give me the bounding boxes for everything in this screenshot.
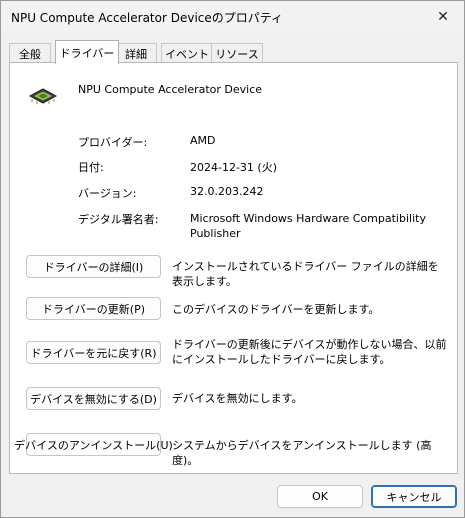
- cancel-button[interactable]: キャンセル: [371, 485, 457, 508]
- version-value: 32.0.203.242: [190, 185, 264, 198]
- update-driver-description: このデバイスのドライバーを更新します。: [172, 303, 380, 316]
- properties-dialog: NPU Compute Accelerator Deviceのプロパティ ✕ 全…: [0, 0, 465, 518]
- date-value: 2024-12-31 (火): [190, 161, 278, 174]
- title-bar: NPU Compute Accelerator Deviceのプロパティ ✕: [1, 1, 464, 33]
- driver-details-button[interactable]: ドライバーの詳細(I): [26, 255, 161, 278]
- tab-driver[interactable]: ドライバー: [55, 40, 119, 64]
- chip-icon: [28, 88, 58, 104]
- uninstall-device-button[interactable]: デバイスのアンインストール(U): [14, 433, 173, 456]
- close-icon[interactable]: ✕: [428, 5, 458, 29]
- tab-general[interactable]: 全般: [9, 43, 51, 63]
- driver-panel: NPU Compute Accelerator Device プロバイダー: A…: [9, 62, 458, 474]
- signer-value: Microsoft Windows Hardware Compatibility…: [190, 212, 426, 240]
- device-name: NPU Compute Accelerator Device: [78, 83, 263, 96]
- provider-value: AMD: [190, 134, 216, 147]
- window-title: NPU Compute Accelerator Deviceのプロパティ: [11, 11, 284, 25]
- date-label: 日付:: [78, 161, 104, 174]
- signer-label: デジタル署名者:: [78, 213, 159, 226]
- driver-details-description: インストールされているドライバー ファイルの詳細を表示します。: [172, 260, 439, 288]
- uninstall-device-description: システムからデバイスをアンインストールします (高度)。: [172, 439, 432, 467]
- tab-resources[interactable]: リソース: [211, 43, 263, 63]
- disable-device-button[interactable]: デバイスを無効にする(D): [26, 387, 161, 410]
- tab-details[interactable]: 詳細: [115, 43, 157, 63]
- roll-back-driver-button[interactable]: ドライバーを元に戻す(R): [26, 341, 161, 364]
- tab-events[interactable]: イベント: [161, 43, 213, 63]
- version-label: バージョン:: [78, 187, 137, 200]
- ok-button[interactable]: OK: [277, 485, 363, 508]
- roll-back-driver-description: ドライバーの更新後にデバイスが動作しない場合、以前にインストールしたドライバーに…: [172, 338, 447, 366]
- update-driver-button[interactable]: ドライバーの更新(P): [26, 297, 161, 320]
- disable-device-description: デバイスを無効にします。: [172, 392, 303, 405]
- provider-label: プロバイダー:: [78, 136, 148, 149]
